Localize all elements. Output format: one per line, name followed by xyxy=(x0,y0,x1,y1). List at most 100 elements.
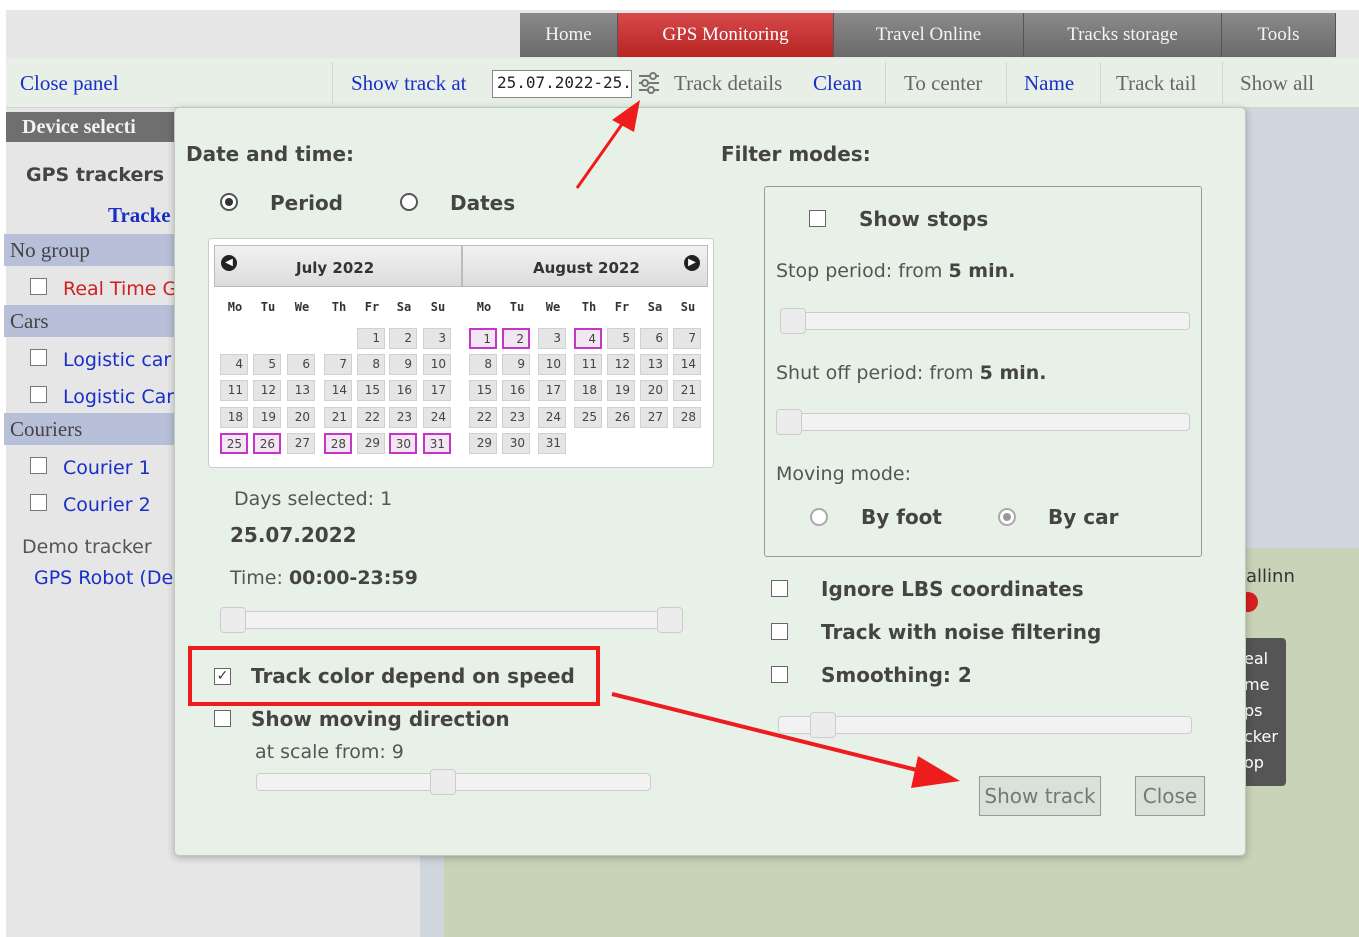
august-day-17[interactable]: 17 xyxy=(538,380,566,401)
august-day-31[interactable]: 31 xyxy=(538,433,566,454)
sliders-settings-icon[interactable] xyxy=(636,68,662,98)
august-day-16[interactable]: 16 xyxy=(502,380,530,401)
ignore-lbs-checkbox[interactable] xyxy=(771,580,788,597)
july-day-14[interactable]: 14 xyxy=(324,380,352,401)
real-time-item[interactable]: Real Time G xyxy=(63,278,177,300)
close-button[interactable]: Close xyxy=(1135,776,1205,816)
trackers-link[interactable]: Tracke xyxy=(108,203,171,228)
august-day-29[interactable]: 29 xyxy=(469,433,497,454)
logistic-car-2-item[interactable]: Logistic Car xyxy=(63,386,174,408)
august-day-13[interactable]: 13 xyxy=(640,354,668,375)
july-day-21[interactable]: 21 xyxy=(324,407,352,428)
august-day-21[interactable]: 21 xyxy=(673,380,701,401)
period-radio[interactable] xyxy=(220,193,238,211)
august-day-20[interactable]: 20 xyxy=(640,380,668,401)
stop-period-handle[interactable] xyxy=(780,308,806,334)
prev-month-icon[interactable]: ◀ xyxy=(221,255,237,271)
july-day-15[interactable]: 15 xyxy=(357,380,385,401)
august-day-19[interactable]: 19 xyxy=(607,380,635,401)
by-car-radio[interactable] xyxy=(998,508,1016,526)
july-day-5[interactable]: 5 xyxy=(253,354,281,375)
track-details-link[interactable]: Track details xyxy=(674,58,782,108)
august-day-6[interactable]: 6 xyxy=(640,328,668,349)
scale-slider-handle[interactable] xyxy=(430,769,456,795)
tab-home[interactable]: Home xyxy=(520,13,618,57)
august-day-23[interactable]: 23 xyxy=(502,407,530,428)
august-day-11[interactable]: 11 xyxy=(574,354,602,375)
shut-off-slider[interactable] xyxy=(778,413,1190,431)
august-day-25[interactable]: 25 xyxy=(574,407,602,428)
july-day-27[interactable]: 27 xyxy=(287,433,315,454)
courier-2-item[interactable]: Courier 2 xyxy=(63,494,151,516)
noise-filtering-checkbox[interactable] xyxy=(771,623,788,640)
group-couriers[interactable]: Couriers xyxy=(4,413,174,445)
next-month-icon[interactable]: ▶ xyxy=(684,255,700,271)
august-day-15[interactable]: 15 xyxy=(469,380,497,401)
group-cars[interactable]: Cars xyxy=(4,305,174,337)
august-day-1[interactable]: 1 xyxy=(469,328,497,349)
july-day-28[interactable]: 28 xyxy=(324,433,352,454)
logistic-car-checkbox[interactable] xyxy=(30,349,47,366)
august-day-28[interactable]: 28 xyxy=(673,407,701,428)
smoothing-slider[interactable] xyxy=(778,716,1192,734)
july-day-10[interactable]: 10 xyxy=(423,354,451,375)
august-day-12[interactable]: 12 xyxy=(607,354,635,375)
july-day-31[interactable]: 31 xyxy=(423,433,451,454)
time-range-slider[interactable] xyxy=(222,611,682,629)
july-day-24[interactable]: 24 xyxy=(423,407,451,428)
by-foot-radio[interactable] xyxy=(810,508,828,526)
courier-1-item[interactable]: Courier 1 xyxy=(63,457,151,479)
july-day-29[interactable]: 29 xyxy=(357,433,385,454)
dates-radio[interactable] xyxy=(400,193,418,211)
august-day-14[interactable]: 14 xyxy=(673,354,701,375)
july-day-22[interactable]: 22 xyxy=(357,407,385,428)
clean-link[interactable]: Clean xyxy=(813,58,862,108)
august-day-5[interactable]: 5 xyxy=(607,328,635,349)
courier-2-checkbox[interactable] xyxy=(30,494,47,511)
show-moving-direction-checkbox[interactable] xyxy=(214,710,231,727)
show-stops-checkbox[interactable] xyxy=(809,210,826,227)
august-day-18[interactable]: 18 xyxy=(574,380,602,401)
july-day-3[interactable]: 3 xyxy=(423,328,451,349)
july-day-6[interactable]: 6 xyxy=(287,354,315,375)
july-day-11[interactable]: 11 xyxy=(220,380,248,401)
track-tail-link[interactable]: Track tail xyxy=(1116,58,1196,108)
july-day-20[interactable]: 20 xyxy=(287,407,315,428)
logistic-car-item[interactable]: Logistic car xyxy=(63,349,171,371)
july-day-12[interactable]: 12 xyxy=(253,380,281,401)
august-day-10[interactable]: 10 xyxy=(538,354,566,375)
tab-tools[interactable]: Tools xyxy=(1222,13,1336,57)
july-day-4[interactable]: 4 xyxy=(220,354,248,375)
august-day-26[interactable]: 26 xyxy=(607,407,635,428)
time-slider-end-handle[interactable] xyxy=(657,607,683,633)
july-day-17[interactable]: 17 xyxy=(423,380,451,401)
tab-gps-monitoring[interactable]: GPS Monitoring xyxy=(618,13,834,57)
logistic-car-2-checkbox[interactable] xyxy=(30,386,47,403)
july-day-13[interactable]: 13 xyxy=(287,380,315,401)
to-center-link[interactable]: To center xyxy=(904,58,982,108)
july-day-8[interactable]: 8 xyxy=(357,354,385,375)
july-day-18[interactable]: 18 xyxy=(220,407,248,428)
august-day-3[interactable]: 3 xyxy=(538,328,566,349)
july-day-16[interactable]: 16 xyxy=(389,380,417,401)
show-track-at-link[interactable]: Show track at xyxy=(351,58,466,108)
close-panel-link[interactable]: Close panel xyxy=(20,58,119,108)
show-all-link[interactable]: Show all xyxy=(1240,58,1314,108)
smoothing-checkbox[interactable] xyxy=(771,666,788,683)
july-day-25[interactable]: 25 xyxy=(220,433,248,454)
august-day-4[interactable]: 4 xyxy=(574,328,602,349)
date-range-input[interactable]: 25.07.2022-25.0 xyxy=(492,70,632,98)
july-day-30[interactable]: 30 xyxy=(389,433,417,454)
july-day-9[interactable]: 9 xyxy=(389,354,417,375)
tab-tracks-storage[interactable]: Tracks storage xyxy=(1024,13,1222,57)
august-day-27[interactable]: 27 xyxy=(640,407,668,428)
august-day-22[interactable]: 22 xyxy=(469,407,497,428)
august-day-24[interactable]: 24 xyxy=(538,407,566,428)
show-track-button[interactable]: Show track xyxy=(979,776,1101,816)
smoothing-handle[interactable] xyxy=(810,712,836,738)
july-day-7[interactable]: 7 xyxy=(324,354,352,375)
august-day-7[interactable]: 7 xyxy=(673,328,701,349)
august-day-8[interactable]: 8 xyxy=(469,354,497,375)
july-day-23[interactable]: 23 xyxy=(389,407,417,428)
august-day-30[interactable]: 30 xyxy=(502,433,530,454)
